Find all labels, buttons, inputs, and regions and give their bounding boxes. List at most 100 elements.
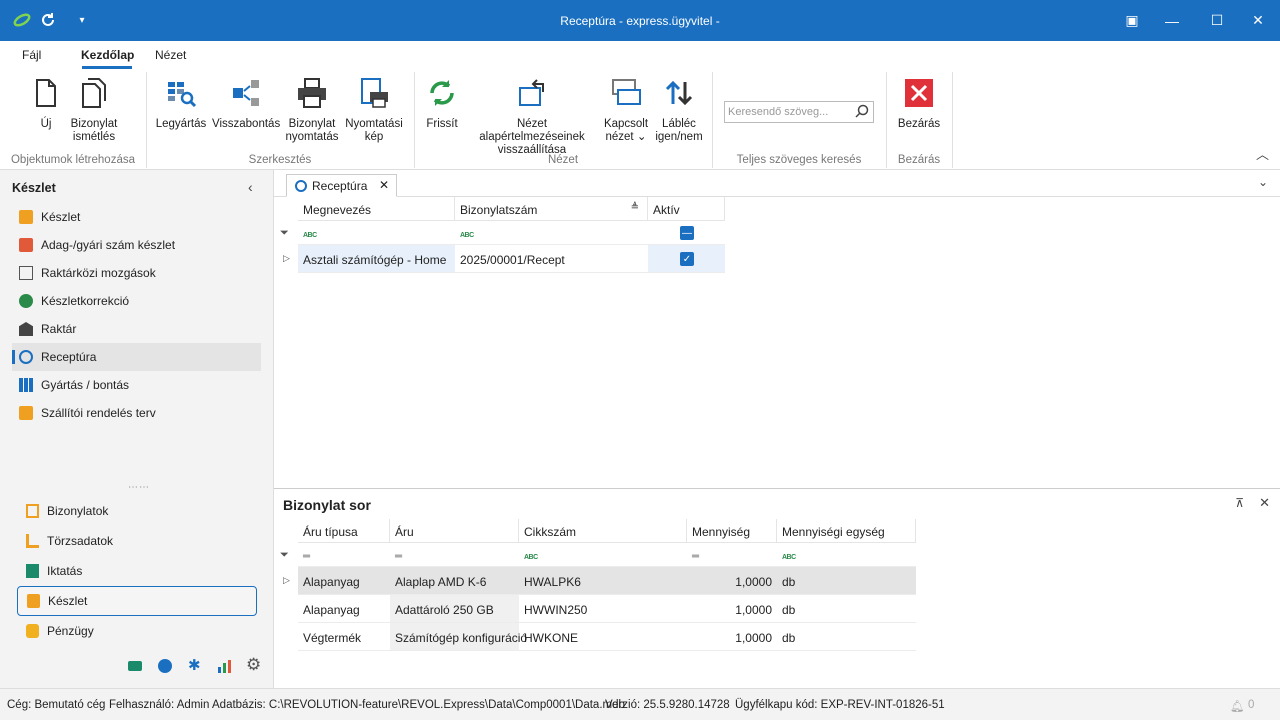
tab-recipe[interactable]: Receptúra ✕	[286, 174, 397, 197]
filter-cell-item-type[interactable]: ═	[298, 543, 390, 567]
gear-icon[interactable]: ⚙	[246, 656, 261, 673]
table-row[interactable]: HWKONE	[519, 623, 687, 651]
column-header-item[interactable]: Áru	[390, 519, 519, 543]
new-document-icon	[29, 76, 63, 110]
print-preview-icon	[357, 76, 391, 110]
minimize-button[interactable]: —	[1152, 0, 1192, 41]
equals-filter-icon: ═	[395, 551, 403, 562]
status-company: Cég: Bemutató cég	[7, 699, 106, 711]
chevron-down-icon[interactable]: ⌄	[1258, 175, 1268, 189]
module-stock[interactable]: Készlet	[17, 586, 257, 616]
table-row[interactable]: HWALPK6	[519, 567, 687, 595]
table-row[interactable]: 1,0000	[687, 595, 777, 623]
close-tab-icon[interactable]: ✕	[379, 178, 389, 192]
filter-cell-item[interactable]: ═	[390, 543, 519, 567]
collapse-ribbon-icon[interactable]: ︿	[1256, 144, 1269, 163]
production-grid-icon	[19, 378, 33, 392]
filter-cell-active[interactable]: —	[648, 221, 725, 245]
close-button[interactable]: Bezárás	[896, 76, 942, 131]
documents-icon	[26, 504, 39, 518]
globe-icon[interactable]	[158, 659, 172, 673]
cell-recipe-name[interactable]: Asztali számítógép - Home	[298, 245, 455, 273]
cash-icon[interactable]	[128, 661, 142, 671]
print-document-button[interactable]: Bizonylat nyomtatás	[284, 76, 340, 144]
chart-icon[interactable]	[217, 659, 233, 676]
warehouse-icon	[19, 322, 33, 336]
sidebar-item-production[interactable]: Gyártás / bontás	[12, 371, 261, 399]
checked-checkbox[interactable]: ✓	[680, 252, 694, 266]
column-header-active[interactable]: Aktív	[648, 197, 725, 221]
table-row[interactable]: Alaplap AMD K-6	[390, 567, 519, 595]
menu-bar: Fájl Kezdőlap Nézet	[0, 41, 1280, 70]
table-row[interactable]: HWWIN250	[519, 595, 687, 623]
notification-bell-icon[interactable]: 🔔︎	[1230, 699, 1245, 713]
filter-cell-quantity[interactable]: ═	[687, 543, 777, 567]
disassembly-button[interactable]: Visszabontás	[212, 76, 280, 131]
print-preview-button[interactable]: Nyomtatási kép	[344, 76, 404, 144]
table-row[interactable]: db	[777, 595, 916, 623]
menu-view[interactable]: Nézet	[155, 48, 186, 62]
module-filing[interactable]: Iktatás	[17, 556, 257, 586]
group-label-search: Teljes szöveges keresés	[736, 154, 862, 166]
table-row[interactable]: db	[777, 567, 916, 595]
cell-recipe-active[interactable]: ✓	[648, 245, 725, 273]
indeterminate-checkbox[interactable]: —	[680, 226, 694, 240]
filter-cell-name[interactable]: ABC	[298, 221, 455, 245]
recipe-grid: Megnevezés Bizonylatszám ≜ Aktív ⏷ ABC A…	[274, 197, 1280, 488]
sidebar-item-transfers[interactable]: Raktárközi mozgások	[12, 259, 261, 287]
linked-view-button[interactable]: Kapcsolt nézet ⌄	[600, 76, 652, 144]
column-header-unit[interactable]: Mennyiségi egység	[777, 519, 916, 543]
module-documents[interactable]: Bizonylatok	[17, 496, 257, 526]
collapse-sidebar-icon[interactable]: ‹	[248, 179, 253, 195]
splitter-grip[interactable]: ⋯⋯	[128, 482, 150, 493]
snap-icon[interactable]: ▣	[1112, 0, 1152, 41]
table-row[interactable]: Alapanyag	[298, 567, 390, 595]
new-button[interactable]: Új	[28, 76, 64, 131]
close-window-button[interactable]: ✕	[1238, 0, 1278, 41]
filter-cell-unit[interactable]: ABC	[777, 543, 916, 567]
column-header-number[interactable]: Bizonylatszám ≜	[455, 197, 648, 221]
expand-row-icon[interactable]: ▷	[283, 575, 290, 586]
cell-recipe-number[interactable]: 2025/00001/Recept	[455, 245, 648, 273]
pin-icon[interactable]: ⊼	[1235, 496, 1244, 510]
filter-icon[interactable]: ⏷	[280, 227, 289, 240]
column-header-item-type[interactable]: Áru típusa	[298, 519, 390, 543]
table-row[interactable]: Adattároló 250 GB	[390, 595, 519, 623]
filter-icon[interactable]: ⏷	[280, 549, 289, 562]
table-row[interactable]: 1,0000	[687, 567, 777, 595]
table-row[interactable]: Alapanyag	[298, 595, 390, 623]
maximize-button[interactable]: ☐	[1197, 0, 1237, 41]
sidebar-item-warehouse[interactable]: Raktár	[12, 315, 261, 343]
filter-cell-number[interactable]: ABC	[455, 221, 648, 245]
text-filter-icon: ABC	[782, 554, 796, 561]
production-button[interactable]: Legyártás	[154, 76, 208, 131]
table-row[interactable]: db	[777, 623, 916, 651]
close-panel-icon[interactable]: ✕	[1259, 495, 1270, 511]
sidebar-item-recipe[interactable]: Receptúra	[12, 343, 261, 371]
column-header-name[interactable]: Megnevezés	[298, 197, 455, 221]
module-master-data[interactable]: Törzsadatok	[17, 526, 257, 556]
search-icon[interactable]	[855, 104, 869, 121]
settings-gear-icon[interactable]: ✱	[188, 658, 201, 673]
sidebar-item-stock[interactable]: Készlet	[12, 203, 261, 231]
sidebar-item-batch-stock[interactable]: Adag-/gyári szám készlet	[12, 231, 261, 259]
menu-home[interactable]: Kezdőlap	[81, 48, 134, 62]
refresh-button[interactable]: Frissít	[422, 76, 462, 131]
reset-view-button[interactable]: Nézet alapértelmezéseinek visszaállítása	[466, 76, 598, 157]
module-finance[interactable]: Pénzügy	[17, 616, 257, 646]
filter-cell-sku[interactable]: ABC	[519, 543, 687, 567]
sidebar-item-correction[interactable]: Készletkorrekció	[12, 287, 261, 315]
fulltext-search-input[interactable]: Keresendő szöveg...	[724, 101, 874, 123]
menu-file[interactable]: Fájl	[22, 48, 41, 62]
table-row[interactable]: 1,0000	[687, 623, 777, 651]
column-header-sku[interactable]: Cikkszám	[519, 519, 687, 543]
repeat-document-button[interactable]: Bizonylat ismétlés	[66, 76, 122, 144]
footer-toggle-button[interactable]: Lábléc igen/nem	[652, 76, 706, 144]
expand-row-icon[interactable]: ▷	[283, 253, 290, 264]
notification-count: 0	[1248, 699, 1255, 711]
sidebar-item-supplier-order-plan[interactable]: Szállítói rendelés terv	[12, 399, 261, 427]
group-separator	[952, 72, 953, 168]
table-row[interactable]: Végtermék	[298, 623, 390, 651]
table-row[interactable]: Számítógép konfiguráció	[390, 623, 527, 651]
column-header-quantity[interactable]: Mennyiség	[687, 519, 777, 543]
